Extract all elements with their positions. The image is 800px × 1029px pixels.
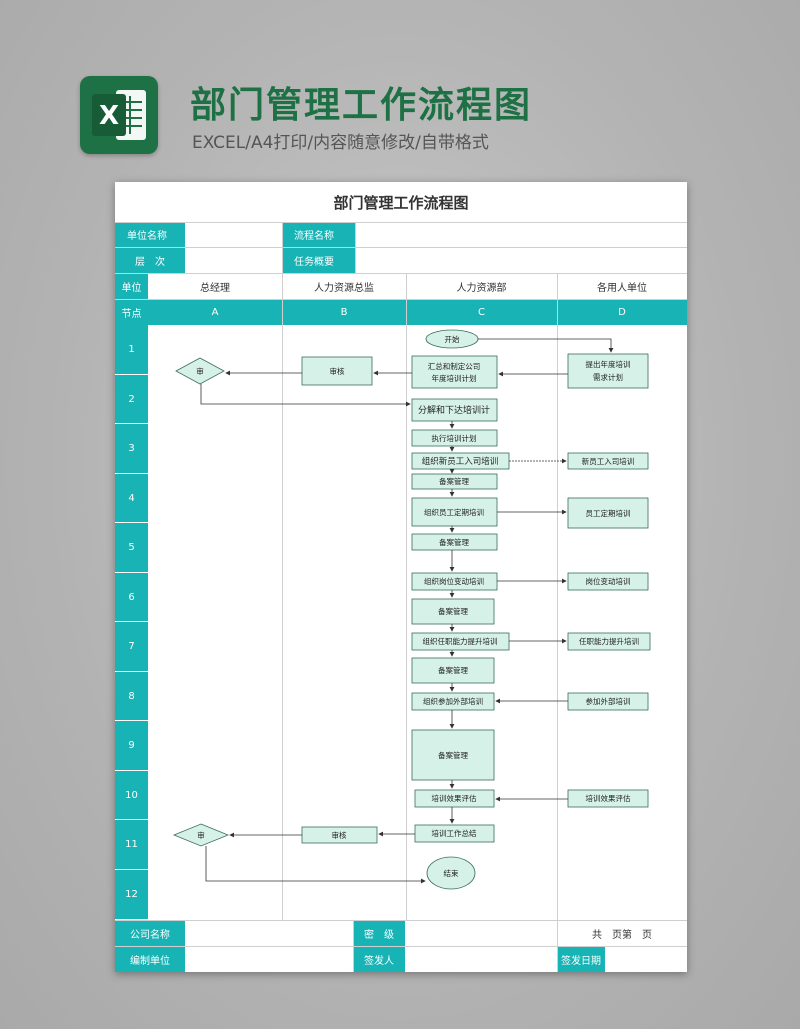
approve-label-1: 审 — [196, 366, 204, 376]
summary-label: 培训工作总结 — [432, 828, 477, 838]
execute-label: 执行培训计划 — [432, 433, 477, 443]
record-label-3: 备案管理 — [438, 606, 468, 616]
summarize-plan-box — [411, 355, 498, 389]
ability-label: 组织任职能力提升培训 — [423, 636, 498, 646]
new-staff-label: 组织新员工入司培训 — [422, 456, 499, 467]
end-label: 结束 — [444, 868, 459, 878]
effect-d-label: 培训效果评估 — [586, 793, 631, 803]
position-change-label: 组织岗位变动培训 — [424, 576, 484, 586]
logo-letter: X — [99, 101, 119, 131]
secret-value[interactable] — [405, 921, 557, 946]
page-subtitle: EXCEL/A4打印/内容随意修改/自带格式 — [192, 133, 489, 153]
record-label-2: 备案管理 — [439, 537, 469, 547]
issuer-value[interactable] — [405, 947, 557, 972]
propose-label: 提出年度培训 — [586, 359, 631, 369]
summarize-label: 汇总和制定公司 — [428, 361, 481, 371]
issue-date-label: 签发日期 — [557, 947, 605, 972]
external-d-label: 参加外部培训 — [586, 696, 631, 706]
secret-label: 密 级 — [353, 921, 405, 946]
record-label-1: 备案管理 — [439, 476, 469, 486]
record-label-4: 备案管理 — [438, 665, 468, 675]
editor-label: 编制单位 — [115, 947, 185, 972]
flowchart-sheet: 部门管理工作流程图 单位名称 流程名称 层 次 任务概要 单位 总经理 人力资源… — [115, 182, 687, 972]
company-label: 公司名称 — [115, 921, 185, 946]
company-value[interactable] — [185, 921, 353, 946]
external-label: 组织参加外部培训 — [423, 696, 483, 706]
effect-label: 培训效果评估 — [432, 793, 477, 803]
decompose-label: 分解和下达培训计 — [418, 404, 490, 416]
position-change-d-label: 岗位变动培训 — [586, 576, 631, 586]
propose-label-2: 需求计划 — [593, 372, 623, 382]
periodic-label: 组织员工定期培训 — [424, 507, 484, 517]
page-title: 部门管理工作流程图 — [190, 85, 533, 126]
review-label-1: 审核 — [330, 366, 345, 376]
issue-date-value[interactable] — [605, 947, 687, 972]
start-label: 开始 — [445, 334, 460, 344]
issuer-label: 签发人 — [353, 947, 405, 972]
review-label-2: 审核 — [332, 830, 347, 840]
excel-logo-icon: X — [80, 76, 158, 154]
new-staff-d-label: 新员工入司培训 — [582, 456, 635, 466]
editor-value[interactable] — [185, 947, 353, 972]
approve-label-2: 审 — [197, 830, 205, 840]
flowchart-diagram: 开始 审核 审 汇总和制定公司 年度培训计划 提出年度培训 需求计划 分解和下达… — [172, 329, 651, 890]
summarize-label-2: 年度培训计划 — [432, 373, 477, 383]
periodic-d-label: 员工定期培训 — [586, 508, 631, 518]
record-label-5: 备案管理 — [438, 750, 468, 760]
ability-d-label: 任职能力提升培训 — [579, 636, 639, 646]
page-count: 共 页第 页 — [592, 930, 652, 941]
